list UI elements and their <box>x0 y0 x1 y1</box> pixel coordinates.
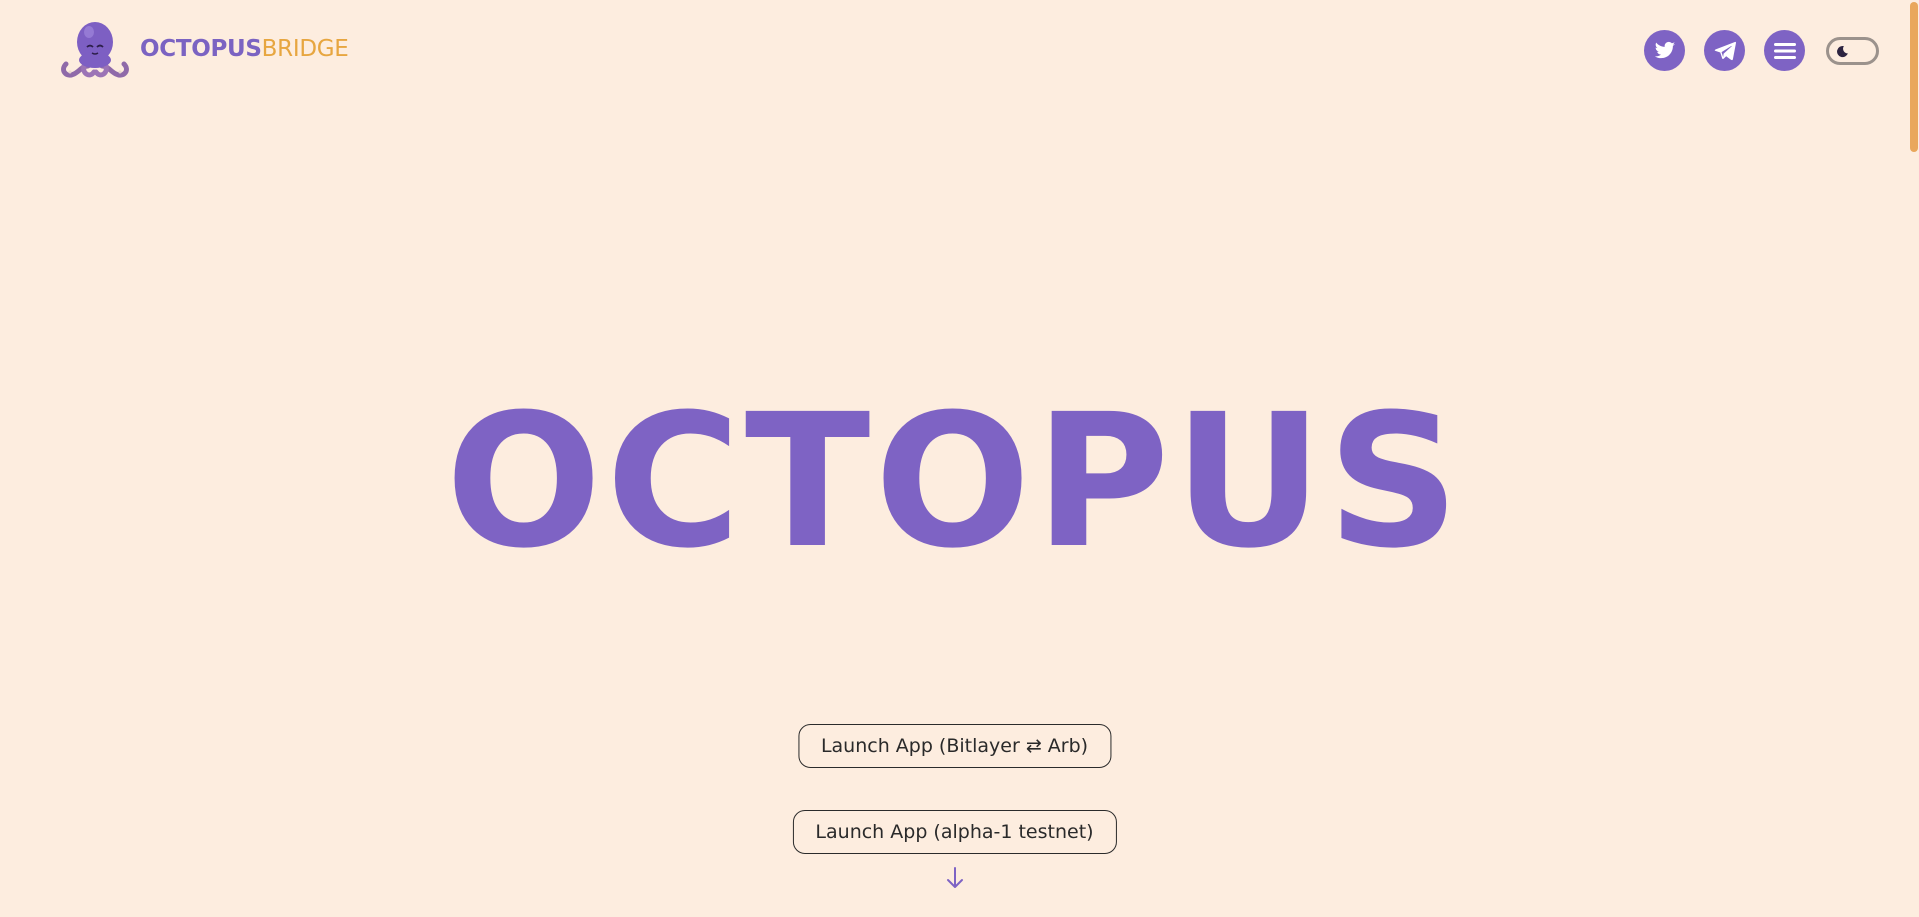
moon-icon <box>1837 45 1848 57</box>
launch-app-testnet-button[interactable]: Launch App (alpha-1 testnet) <box>792 810 1117 854</box>
menu-icon <box>1773 42 1796 59</box>
header: OCTOPUSBRIDGE <box>0 0 1919 100</box>
scroll-down-button[interactable] <box>945 866 965 894</box>
menu-button[interactable] <box>1764 30 1805 71</box>
twitter-button[interactable] <box>1644 30 1685 71</box>
hero-title: OCTOPUS <box>445 375 1464 589</box>
scrollbar[interactable] <box>1909 0 1919 917</box>
brand-name: OCTOPUSBRIDGE <box>140 35 349 62</box>
page: OCTOPUSBRIDGE OCTOPUS Launch App (Bitlay… <box>0 0 1919 917</box>
arrow-down-icon <box>947 867 963 888</box>
telegram-button[interactable] <box>1704 30 1745 71</box>
header-actions <box>1644 30 1879 71</box>
telegram-icon <box>1714 41 1736 60</box>
octopus-mascot-icon <box>61 22 129 78</box>
brand-part1: OCTOPUS <box>140 35 262 62</box>
scrollbar-thumb[interactable] <box>1910 2 1918 152</box>
twitter-icon <box>1654 41 1675 58</box>
launch-app-bitlayer-button[interactable]: Launch App (Bitlayer ⇄ Arb) <box>797 724 1112 768</box>
brand-part2: BRIDGE <box>261 35 349 62</box>
logo-link[interactable]: OCTOPUSBRIDGE <box>58 20 349 78</box>
theme-toggle[interactable] <box>1826 36 1879 65</box>
